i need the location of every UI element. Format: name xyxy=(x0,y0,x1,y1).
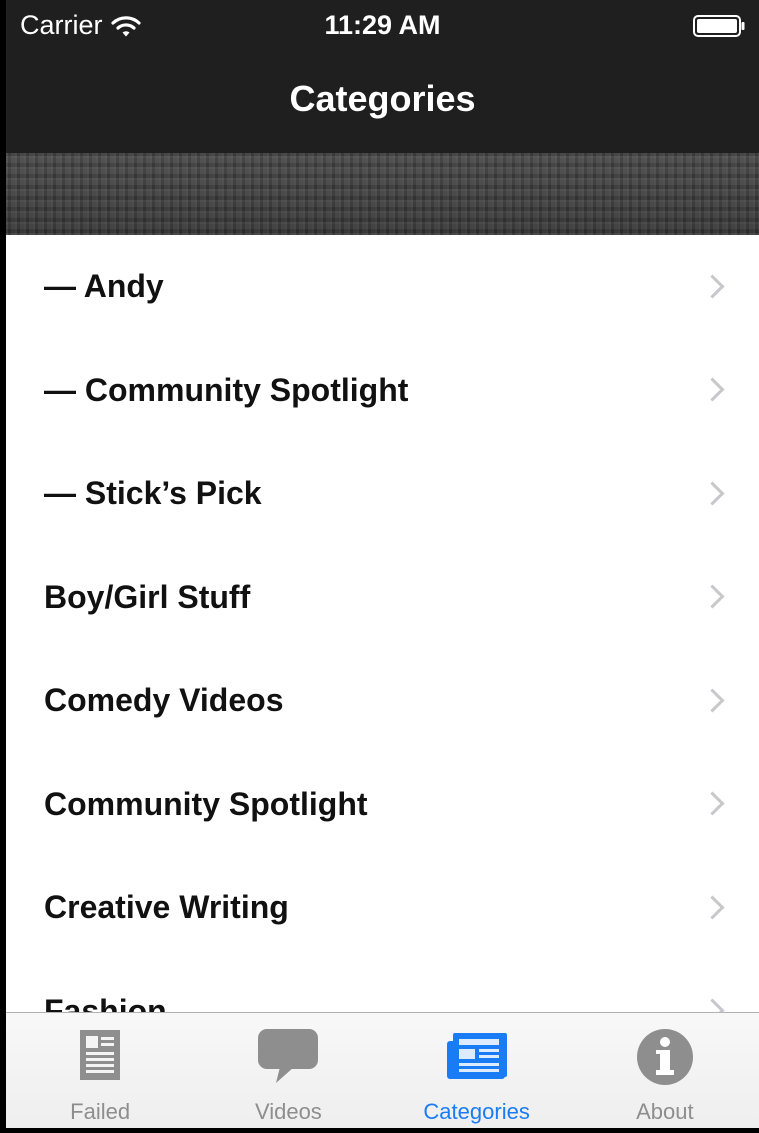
tab-videos[interactable]: Videos xyxy=(194,1013,382,1133)
list-item[interactable]: Creative Writing xyxy=(6,856,759,960)
list-item[interactable]: Comedy Videos xyxy=(6,649,759,753)
tab-label: Categories xyxy=(423,1099,530,1124)
list-item[interactable]: Boy/Girl Stuff xyxy=(6,546,759,650)
tab-label: Videos xyxy=(254,1099,322,1124)
chevron-right-icon xyxy=(700,791,725,816)
list-item-label: Comedy Videos xyxy=(44,682,284,719)
document-icon xyxy=(80,1030,121,1080)
chevron-right-icon xyxy=(700,998,725,1012)
newspaper-icon xyxy=(446,1033,507,1079)
page-title: Categories xyxy=(289,78,476,119)
list-item-label: Boy/Girl Stuff xyxy=(44,578,251,615)
list-item-label: Creative Writing xyxy=(44,889,289,926)
app-screen: Carrier 11:29 AM Categories — Andy — Com… xyxy=(6,0,759,1133)
list-item-label: — Stick’s Pick xyxy=(44,475,262,512)
list-item-label: Community Spotlight xyxy=(44,785,368,822)
tab-about[interactable]: About xyxy=(571,1013,759,1133)
clock: 11:29 AM xyxy=(324,10,441,40)
chevron-right-icon xyxy=(700,377,725,402)
chevron-right-icon xyxy=(700,688,725,713)
speech-bubble-icon xyxy=(258,1029,319,1083)
chevron-right-icon xyxy=(700,274,725,299)
chevron-right-icon xyxy=(700,584,725,609)
list-item-label: — Andy xyxy=(44,268,164,305)
list-item[interactable]: Community Spotlight xyxy=(6,753,759,857)
tab-failed[interactable]: Failed xyxy=(6,1013,194,1133)
chevron-right-icon xyxy=(700,895,725,920)
list-item[interactable]: — Andy xyxy=(6,235,759,339)
info-icon xyxy=(636,1029,693,1085)
list-item[interactable]: — Community Spotlight xyxy=(6,339,759,443)
header-banner xyxy=(6,153,759,235)
screen-bottom-edge xyxy=(6,1128,759,1133)
tab-categories[interactable]: Categories xyxy=(383,1013,571,1133)
tab-label: About xyxy=(636,1099,694,1124)
tab-label: Failed xyxy=(70,1099,131,1124)
list-item-label: Fashion xyxy=(44,992,167,1012)
chevron-right-icon xyxy=(700,481,725,506)
tab-bar: Failed Videos Categories About xyxy=(6,1012,759,1133)
navigation-header: Carrier 11:29 AM Categories xyxy=(6,0,759,153)
list-item[interactable]: — Stick’s Pick xyxy=(6,442,759,546)
status-bar: Carrier 11:29 AM xyxy=(6,0,759,54)
category-list[interactable]: — Andy — Community Spotlight — Stick’s P… xyxy=(6,235,759,1012)
list-item-label: — Community Spotlight xyxy=(44,371,409,408)
list-item[interactable]: Fashion xyxy=(6,960,759,1012)
battery-icon xyxy=(693,15,745,37)
